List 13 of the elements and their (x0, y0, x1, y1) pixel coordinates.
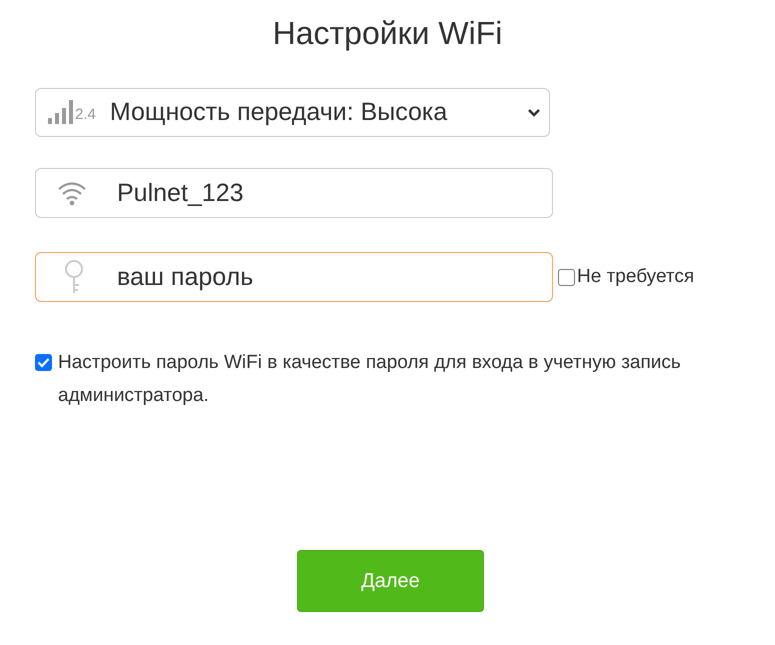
power-select[interactable]: 2.4 Мощность передачи: Высока (35, 88, 550, 138)
checkbox[interactable] (35, 354, 52, 372)
band-label: 2.4 (75, 104, 96, 125)
caret-icon (527, 108, 541, 118)
wifi-icon (57, 180, 87, 206)
page-title: Настройки WiFi (272, 14, 504, 52)
checkbox-label: Настроить пароль WiFi в качестве пароля для входа в учетную запись администратора. (58, 351, 682, 408)
signal-bars-icon (48, 100, 74, 126)
checkbox-label: Не требуется (577, 265, 694, 290)
ssid-field[interactable]: Pulnet_123 (35, 168, 553, 218)
key-icon (63, 259, 85, 296)
checkbox[interactable] (558, 268, 575, 286)
password-field[interactable]: ваш пароль (35, 252, 553, 302)
